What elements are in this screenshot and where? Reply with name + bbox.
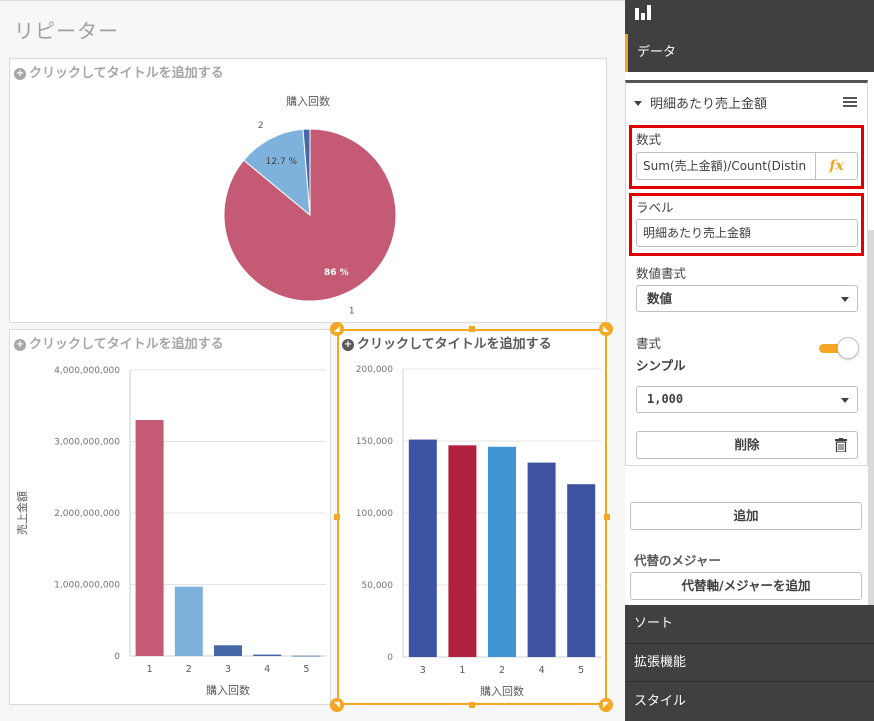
caret-down-icon <box>841 398 849 403</box>
expression-value: Sum(売上金額)/Count(Distin <box>643 159 807 173</box>
resize-handle-top-right[interactable]: ◣ <box>599 322 613 336</box>
x-tick-label: 1 <box>459 665 465 676</box>
resize-handle-bottom-right[interactable]: ◤ <box>599 698 613 712</box>
bar[interactable] <box>448 445 477 657</box>
bar[interactable] <box>488 446 516 657</box>
resize-handle-bottom-left[interactable]: ◥ <box>330 698 344 712</box>
format-pattern-value: 1,000 <box>647 392 684 406</box>
expression-label: 数式 <box>636 132 662 147</box>
number-format-label: 数値書式 <box>636 266 687 281</box>
bar-chart-panel-per-line[interactable]: + クリックしてタイトルを追加する 0 50,000 100,000 150,000 20… <box>337 329 607 705</box>
y-tick-label: 3,000,000,000 <box>54 438 120 448</box>
number-format-select[interactable]: 数値 <box>636 285 858 312</box>
y-tick-label: 0 <box>114 652 120 662</box>
properties-panel: データ 明細あたり売上金額 数式 Sum(売上金額)/Count(Distin … <box>625 0 874 721</box>
bar[interactable] <box>527 462 556 657</box>
y-tick-label: 2,000,000,000 <box>54 509 120 519</box>
pie-category-label: 1 <box>349 307 355 317</box>
format-pattern-select[interactable]: 1,000 <box>636 386 858 413</box>
resize-handle-top-left[interactable]: ◢ <box>330 322 344 336</box>
bar-chart-panel-sales[interactable]: + クリックしてタイトルを追加する 0 1,000,000,000 2,000,000… <box>9 329 331 705</box>
y-tick-label: 50,000 <box>362 581 394 591</box>
alt-measure-label: 代替のメジャー <box>634 553 721 568</box>
bar[interactable] <box>567 484 596 657</box>
x-tick-label: 3 <box>225 664 231 675</box>
bar-chart-sales[interactable]: 0 1,000,000,000 2,000,000,000 3,000,000,000… <box>10 330 332 706</box>
measure-header[interactable]: 明細あたり売上金額 <box>634 93 767 112</box>
hamburger-menu-icon[interactable] <box>843 97 857 107</box>
format-label: 書式 <box>636 336 662 351</box>
bar[interactable] <box>292 655 321 657</box>
chart-type-bar[interactable] <box>625 0 874 34</box>
label-value: 明細あたり売上金額 <box>643 226 752 240</box>
properties-scrollbar[interactable] <box>868 230 874 605</box>
tab-data[interactable]: データ <box>625 34 874 72</box>
bar[interactable] <box>214 645 242 656</box>
trash-icon <box>835 438 847 452</box>
label-field-label: ラベル <box>636 200 674 215</box>
bar[interactable] <box>135 420 164 656</box>
bar-chart-icon[interactable] <box>634 5 652 21</box>
label-input[interactable]: 明細あたり売上金額 <box>636 219 858 247</box>
y-tick-label: 1,000,000,000 <box>54 581 120 591</box>
y-tick-label: 100,000 <box>356 509 393 519</box>
tab-style[interactable]: スタイル <box>625 681 874 721</box>
tab-extensions[interactable]: 拡張機能 <box>625 643 874 681</box>
x-axis-title: 購入回数 <box>206 683 250 697</box>
add-alt-measure-button[interactable]: 代替軸/メジャーを追加 <box>630 572 862 600</box>
resize-handle-right[interactable] <box>604 514 610 520</box>
pie-title: 購入回数 <box>286 94 330 108</box>
pie-chart[interactable]: 購入回数 86 % 1 12.7 % 2 <box>10 59 608 324</box>
number-format-value: 数値 <box>647 291 673 306</box>
x-tick-label: 4 <box>539 665 545 676</box>
caret-down-icon <box>841 297 849 302</box>
x-tick-label: 3 <box>420 665 426 676</box>
pie-category-label: 2 <box>258 121 264 131</box>
sheet-title: リピーター <box>14 19 119 43</box>
y-tick-label: 4,000,000,000 <box>54 366 120 376</box>
format-mode-label: シンプル <box>636 358 686 373</box>
toggle-knob <box>837 337 859 359</box>
bar-chart-per-line[interactable]: 0 50,000 100,000 150,000 200,000 3 1 2 4 5 購入回数 <box>339 331 605 703</box>
bar[interactable] <box>408 439 437 657</box>
x-tick-label: 5 <box>578 665 584 676</box>
delete-button-label: 削除 <box>734 437 760 452</box>
resize-handle-top[interactable] <box>469 326 475 332</box>
fx-button[interactable]: fx <box>815 153 857 179</box>
resize-handle-left[interactable] <box>334 514 340 520</box>
x-axis-title: 購入回数 <box>480 684 524 698</box>
y-axis-title: 売上金額 <box>15 491 29 535</box>
x-tick-label: 1 <box>147 664 153 675</box>
format-mode-toggle[interactable] <box>817 337 859 359</box>
pie-chart-panel[interactable]: + クリックしてタイトルを追加する 購入回数 86 % 1 12.7 % 2 <box>9 58 607 323</box>
y-tick-label: 0 <box>387 653 393 663</box>
y-tick-label: 150,000 <box>356 437 393 447</box>
y-tick-label: 200,000 <box>356 365 393 375</box>
x-tick-label: 4 <box>264 664 270 675</box>
sheet-canvas: リピーター + クリックしてタイトルを追加する 購入回数 86 % 1 12.7 % 2 … <box>0 0 625 721</box>
bar[interactable] <box>253 654 282 656</box>
add-measure-button[interactable]: 追加 <box>630 502 862 530</box>
measure-section: 明細あたり売上金額 数式 Sum(売上金額)/Count(Distin fx ラ… <box>625 80 868 466</box>
expression-input[interactable]: Sum(売上金額)/Count(Distin fx <box>636 152 858 180</box>
delete-measure-button[interactable]: 削除 <box>636 431 858 459</box>
pie-data-label: 86 % <box>324 268 349 278</box>
x-tick-label: 2 <box>499 665 505 676</box>
tab-sort[interactable]: ソート <box>625 605 874 643</box>
caret-down-icon[interactable] <box>634 101 642 106</box>
x-tick-label: 5 <box>303 664 309 675</box>
resize-handle-bottom[interactable] <box>469 702 475 708</box>
pie-data-label: 12.7 % <box>266 157 298 167</box>
x-tick-label: 2 <box>186 664 192 675</box>
measure-header-label: 明細あたり売上金額 <box>650 97 768 112</box>
bar[interactable] <box>174 586 203 656</box>
